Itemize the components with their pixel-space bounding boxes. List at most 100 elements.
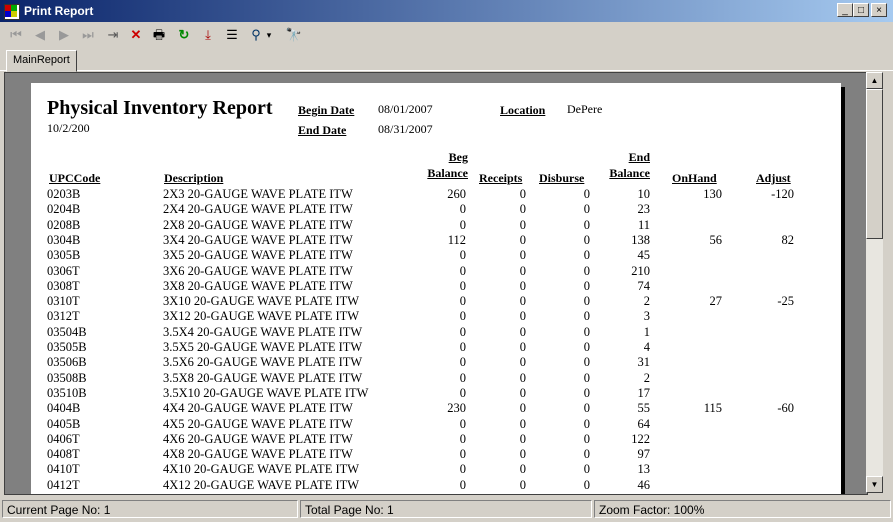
report-title: Physical Inventory Report [47,97,273,119]
col-adjust: Adjust [756,171,791,185]
zoom-dropdown-icon[interactable]: ▾ [264,25,274,45]
export-icon[interactable]: ⤓ [198,25,218,45]
cell-description: 4X5 20-GAUGE WAVE PLATE ITW [163,416,353,431]
scroll-down-icon[interactable]: ▼ [866,476,883,493]
cell-upccode: 0408T [47,447,80,462]
cell-beg-balance: 0 [459,309,466,324]
cell-onhand: 115 [703,401,722,416]
cell-onhand: 56 [709,232,723,247]
report-viewer[interactable]: Physical Inventory Report 10/2/200 Begin… [4,72,868,495]
cell-upccode: 03505B [47,340,87,354]
table-row: 0203B 2X3 20-GAUGE WAVE PLATE ITW 260 0 0 10 1… [31,187,841,202]
cell-receipts: 0 [519,431,526,446]
status-total-pages: Total Page No: 1 [300,500,592,518]
vertical-scrollbar[interactable]: ▲ ▼ [866,72,883,493]
last-page-icon[interactable]: ⏭ [78,25,98,45]
goto-page-icon[interactable]: ⇥ [103,25,123,45]
location-value: DePere [567,102,603,116]
cell-end-balance: 210 [631,263,650,278]
zoom-icon[interactable]: ⚲ [246,25,266,45]
cell-description: 3X8 20-GAUGE WAVE PLATE ITW [163,278,353,293]
cell-end-balance: 122 [631,431,650,446]
scroll-up-icon[interactable]: ▲ [866,72,883,89]
table-row: 0305B 3X5 20-GAUGE WAVE PLATE ITW 0 0 0 45 [31,248,841,263]
stop-icon[interactable]: ✕ [126,25,146,45]
cell-adjust: -25 [777,294,794,309]
cell-receipts: 0 [519,232,526,247]
cell-disburse: 0 [583,355,590,370]
cell-disburse: 0 [583,263,590,278]
cell-upccode: 03510B [47,385,87,400]
group-tree-icon[interactable]: ☰ [222,25,242,45]
minimize-button[interactable]: _ [837,3,853,17]
col-receipts: Receipts [479,171,523,185]
cell-receipts: 0 [519,477,526,492]
cell-upccode: 0310T [47,294,80,309]
table-row: 0304B 3X4 20-GAUGE WAVE PLATE ITW 112 0 0 138… [31,233,841,248]
cell-beg-balance: 0 [459,370,466,385]
cell-disburse: 0 [583,401,590,416]
cell-end-balance: 1 [643,324,650,339]
table-row: 03506B 3.5X6 20-GAUGE WAVE PLATE ITW 0 0 0 31 [31,355,841,370]
cell-disburse: 0 [583,232,590,247]
refresh-icon[interactable]: ↻ [174,25,194,45]
cell-upccode: 0406T [47,431,80,446]
cell-disburse: 0 [583,370,590,385]
cell-upccode: 0304B [47,232,81,247]
scroll-thumb[interactable] [866,89,883,239]
cell-description: 3X4 20-GAUGE WAVE PLATE ITW [163,232,353,247]
cell-disburse: 0 [583,447,590,462]
cell-beg-balance: 0 [459,202,466,217]
cell-description: 2X4 20-GAUGE WAVE PLATE ITW [163,202,353,217]
cell-end-balance: 46 [637,477,651,492]
end-date-label: End Date [298,123,347,137]
cell-end-balance: 2 [643,294,650,309]
cell-onhand: 130 [703,187,722,201]
table-row: 0310T 3X10 20-GAUGE WAVE PLATE ITW 0 0 0 2 27 -… [31,294,841,309]
cell-description: 2X8 20-GAUGE WAVE PLATE ITW [163,217,353,232]
cell-description: 3X12 20-GAUGE WAVE PLATE ITW [163,309,360,324]
cell-upccode: 0412T [47,477,80,492]
title-bar: Print Report _ □ × [0,0,893,22]
cell-beg-balance: 0 [459,431,466,446]
cell-disburse: 0 [583,248,590,263]
cell-beg-balance: 0 [459,278,466,293]
end-date-value: 08/31/2007 [378,122,433,136]
print-icon[interactable]: 🖶 [149,25,169,45]
tab-strip: MainReport [0,48,893,72]
cell-upccode: 0204B [47,202,81,217]
search-icon[interactable]: 🔭 [284,25,304,45]
maximize-button[interactable]: □ [853,3,869,17]
cell-beg-balance: 230 [447,401,466,416]
cell-end-balance: 11 [637,217,650,232]
status-current-page: Current Page No: 1 [2,500,298,518]
cell-description: 3.5X5 20-GAUGE WAVE PLATE ITW [163,340,363,354]
cell-upccode: 0312T [47,309,80,324]
col-onhand: OnHand [672,171,717,185]
cell-adjust: 82 [781,232,795,247]
cell-receipts: 0 [519,187,526,201]
col-end-balance-1: End [628,150,650,164]
previous-page-icon[interactable]: ◀ [30,25,50,45]
cell-receipts: 0 [519,447,526,462]
tab-mainreport[interactable]: MainReport [6,50,77,72]
next-page-icon[interactable]: ▶ [54,25,74,45]
cell-description: 4X4 20-GAUGE WAVE PLATE ITW [163,401,353,416]
cell-beg-balance: 0 [459,355,466,370]
close-button[interactable]: × [871,3,887,17]
cell-upccode: 03508B [47,370,87,385]
table-row: 0204B 2X4 20-GAUGE WAVE PLATE ITW 0 0 0 23 [31,202,841,217]
cell-description: 4X6 20-GAUGE WAVE PLATE ITW [163,431,353,446]
first-page-icon[interactable]: ⏮ [6,25,26,45]
cell-receipts: 0 [519,248,526,263]
cell-end-balance: 2 [643,370,650,385]
cell-upccode: 0305B [47,248,81,263]
status-bar: Current Page No: 1 Total Page No: 1 Zoom… [0,498,893,522]
window-title: Print Report [24,4,94,18]
cell-receipts: 0 [519,202,526,217]
cell-upccode: 0404B [47,401,81,416]
cell-upccode: 03506B [47,355,87,370]
begin-date-value: 08/01/2007 [378,102,433,116]
cell-receipts: 0 [519,217,526,232]
cell-description: 3.5X4 20-GAUGE WAVE PLATE ITW [163,324,363,339]
